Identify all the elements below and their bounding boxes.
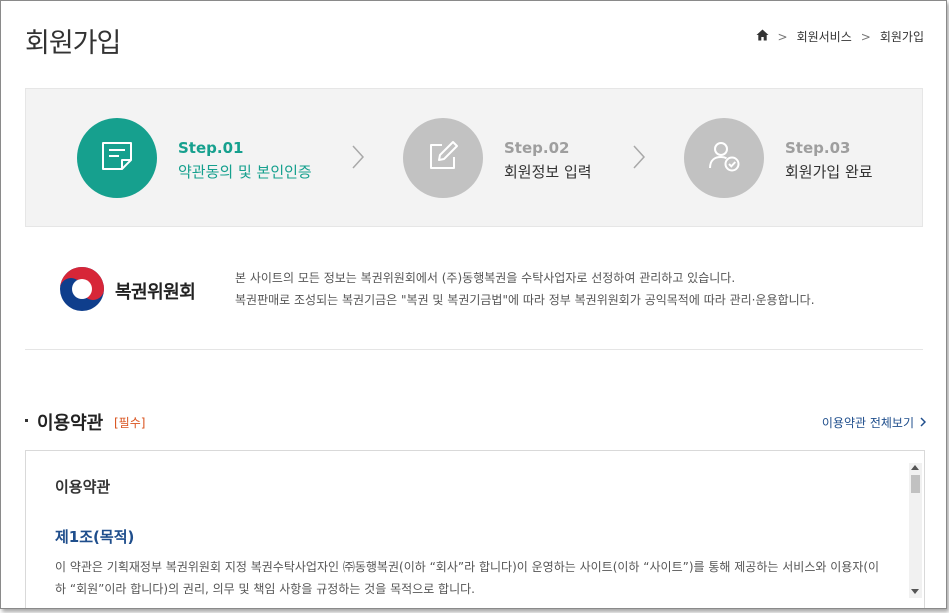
article-title: 제1조(목적) — [55, 528, 135, 546]
page-title: 회원가입 — [25, 28, 121, 59]
section-bullet-icon — [25, 419, 28, 422]
breadcrumb: > 회원서비스 > 회원가입 — [756, 28, 924, 45]
step1-number: Step.01 — [178, 139, 244, 157]
scroll-up-icon[interactable] — [911, 465, 919, 470]
user-check-icon — [707, 139, 741, 177]
breadcrumb-separator-icon: > — [860, 29, 871, 44]
org-name: 복권위원회 — [115, 282, 196, 303]
breadcrumb-item-signup[interactable]: 회원가입 — [880, 28, 924, 45]
org-logo: 복권위원회 — [59, 266, 196, 316]
taegeuk-logo-icon — [59, 266, 105, 316]
breadcrumb-item-member-service[interactable]: 회원서비스 — [797, 28, 852, 45]
step1-label: 약관동의 및 본인인증 — [178, 163, 312, 181]
org-description: 본 사이트의 모든 정보는 복권위원회에서 (주)동행복권을 수탁사업자로 선정… — [235, 267, 815, 311]
step3-number: Step.03 — [785, 139, 851, 157]
signup-steps: Step.01 약관동의 및 본인인증 Step.02 회원정보 입력 Step… — [25, 88, 923, 227]
step2-label: 회원정보 입력 — [504, 163, 592, 181]
scroll-down-icon[interactable] — [911, 589, 919, 594]
page-frame: 회원가입 > 회원서비스 > 회원가입 Step.01 약관동의 및 본인인증 — [0, 0, 947, 609]
step3-circle — [684, 118, 764, 198]
breadcrumb-separator-icon: > — [777, 29, 788, 44]
home-icon[interactable] — [756, 29, 769, 44]
scroll-thumb[interactable] — [911, 475, 920, 493]
terms-scrollbar[interactable] — [909, 463, 922, 598]
step3-label: 회원가입 완료 — [785, 163, 873, 181]
org-description-line2: 복권판매로 조성되는 복권기금은 "복권 및 복권기금법"에 따라 정부 복권위… — [235, 293, 815, 307]
chevron-right-icon — [633, 145, 646, 173]
chevron-right-icon — [352, 145, 365, 173]
step1-circle — [77, 118, 157, 198]
terms-body: 이 약관은 기획재정부 복권위원회 지정 복권수탁사업자인 ㈜동행복권(이하 “… — [55, 560, 880, 596]
terms-content-box[interactable]: 이용약관 제1조(목적) 이 약관은 기획재정부 복권위원회 지정 복권수탁사업… — [25, 450, 925, 608]
view-all-terms-label[interactable]: 이용약관 전체보기 — [822, 414, 914, 431]
required-badge: [필수] — [114, 416, 146, 430]
org-description-line1: 본 사이트의 모든 정보는 복권위원회에서 (주)동행복권을 수탁사업자로 선정… — [235, 271, 736, 285]
section-divider — [25, 349, 923, 350]
edit-icon — [426, 139, 460, 177]
view-all-terms-link[interactable]: 이용약관 전체보기 — [822, 414, 927, 431]
step2-circle — [403, 118, 483, 198]
step2-number: Step.02 — [504, 139, 570, 157]
chevron-right-icon[interactable] — [920, 416, 927, 430]
terms-section-title: 이용약관 — [37, 413, 104, 434]
document-icon — [100, 139, 134, 177]
terms-heading: 이용약관 — [55, 478, 111, 496]
